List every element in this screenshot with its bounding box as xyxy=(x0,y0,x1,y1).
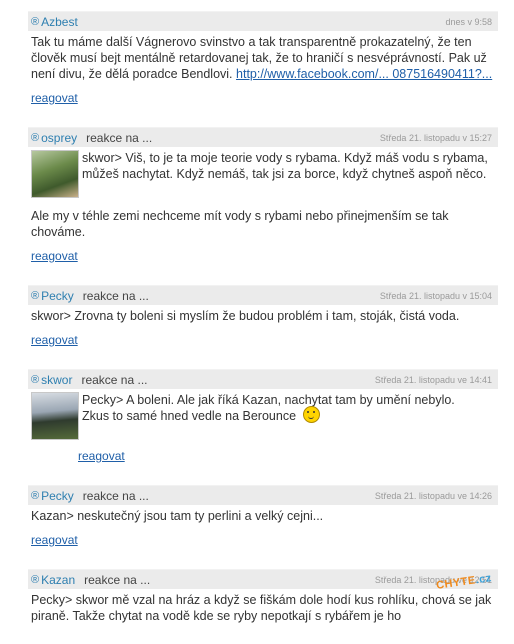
reply-to-link[interactable]: reakce na ... xyxy=(86,131,152,145)
comment-date: Středa 21. listopadu ve 14:26 xyxy=(374,490,492,501)
avatar xyxy=(31,150,79,198)
registered-icon: ® xyxy=(31,573,40,586)
comment-body: Pecky> A boleni. Ale jak říká Kazan, nac… xyxy=(28,389,498,440)
author[interactable]: ® Kazan xyxy=(31,573,75,587)
comment: ® Pecky reakce na ... Středa 21. listopa… xyxy=(28,285,498,349)
reply-to-link[interactable]: reakce na ... xyxy=(83,289,149,303)
author-name[interactable]: skwor xyxy=(41,373,72,387)
comment-date: Středa 21. listopadu v 15:27 xyxy=(379,132,492,143)
comment-body: skwor> Viš, to je ta moje teorie vody s … xyxy=(28,147,498,240)
comment-text: Ale my v téhle zemi nechceme mít vody s … xyxy=(31,209,449,239)
comment-header: ® skwor reakce na ... Středa 21. listopa… xyxy=(28,369,498,389)
reply-to-link[interactable]: reakce na ... xyxy=(84,573,150,587)
comment-list: ® Azbest dnes v 9:58 Tak tu máme další V… xyxy=(28,11,498,644)
comment-header: ® Pecky reakce na ... Středa 21. listopa… xyxy=(28,285,498,305)
quoted-reply: Pecky> A boleni. Ale jak říká Kazan, nac… xyxy=(31,392,498,440)
comment-date: Středa 21. listopadu v 15:04 xyxy=(379,290,492,301)
author-name[interactable]: Pecky xyxy=(41,289,74,303)
comment-header: ® osprey reakce na ... Středa 21. listop… xyxy=(28,127,498,147)
author-name[interactable]: Kazan xyxy=(41,573,75,587)
reply-button[interactable]: reagovat xyxy=(78,449,125,463)
author[interactable]: ® Pecky xyxy=(31,489,74,503)
author-name[interactable]: Pecky xyxy=(41,489,74,503)
comment: ® skwor reakce na ... Středa 21. listopa… xyxy=(28,369,498,465)
author[interactable]: ® skwor xyxy=(31,373,72,387)
quoted-text: skwor> Viš, to je ta moje teorie vody s … xyxy=(82,151,488,181)
registered-icon: ® xyxy=(31,373,40,386)
comment-header: ® Azbest dnes v 9:58 xyxy=(28,11,498,31)
comment-text: skwor> Zrovna ty boleni si myslím že bud… xyxy=(31,309,460,323)
comment-body: Tak tu máme další Vágnerovo svinstvo a t… xyxy=(28,31,498,82)
author-name[interactable]: Azbest xyxy=(41,15,78,29)
author-name[interactable]: osprey xyxy=(41,131,77,145)
quoted-text: Pecky> A boleni. Ale jak říká Kazan, nac… xyxy=(82,392,498,440)
registered-icon: ® xyxy=(31,131,40,144)
reply-to-link[interactable]: reakce na ... xyxy=(83,489,149,503)
author[interactable]: ® Pecky xyxy=(31,289,74,303)
comment-header: ® Kazan reakce na ... Středa 21. listopa… xyxy=(28,569,498,589)
registered-icon: ® xyxy=(31,489,40,502)
comment-body: Kazan> neskutečný jsou tam ty perlini a … xyxy=(28,505,498,524)
reply-button[interactable]: reagovat xyxy=(31,333,78,347)
reply-button[interactable]: reagovat xyxy=(31,91,78,105)
quoted-line-with-smiley: Zkus to samé hned vedle na Berounce xyxy=(82,406,498,425)
smiley-icon xyxy=(302,406,320,424)
comment-body: Pecky> skwor mě vzal na hráz a když se f… xyxy=(28,589,498,624)
reply-to-link[interactable]: reakce na ... xyxy=(81,373,147,387)
comment: ® osprey reakce na ... Středa 21. listop… xyxy=(28,127,498,265)
registered-icon: ® xyxy=(31,15,40,28)
reply-button[interactable]: reagovat xyxy=(31,249,78,263)
comment-text: Kazan> neskutečný jsou tam ty perlini a … xyxy=(31,509,324,523)
comment-text: Pecky> skwor mě vzal na hráz a když se f… xyxy=(31,593,492,623)
comment: ® Pecky reakce na ... Středa 21. listopa… xyxy=(28,485,498,549)
registered-icon: ® xyxy=(31,289,40,302)
quoted-line: Pecky> A boleni. Ale jak říká Kazan, nac… xyxy=(82,393,455,407)
reply-button[interactable]: reagovat xyxy=(31,533,78,547)
comment: ® Azbest dnes v 9:58 Tak tu máme další V… xyxy=(28,11,498,107)
quoted-reply: skwor> Viš, to je ta moje teorie vody s … xyxy=(31,150,498,198)
facebook-link[interactable]: http://www.facebook.com/... 087516490411… xyxy=(236,67,492,81)
watermark-domain: .cz xyxy=(474,572,493,587)
comment-date: dnes v 9:58 xyxy=(445,16,492,27)
comment-date: Středa 21. listopadu ve 14:41 xyxy=(374,374,492,385)
comment-header: ® Pecky reakce na ... Středa 21. listopa… xyxy=(28,485,498,505)
comment: ® Kazan reakce na ... Středa 21. listopa… xyxy=(28,569,498,624)
comment-body: skwor> Zrovna ty boleni si myslím že bud… xyxy=(28,305,498,324)
author[interactable]: ® osprey xyxy=(31,131,77,145)
avatar xyxy=(31,392,79,440)
quoted-line: Zkus to samé hned vedle na Berounce xyxy=(82,409,297,423)
author[interactable]: ® Azbest xyxy=(31,15,78,29)
